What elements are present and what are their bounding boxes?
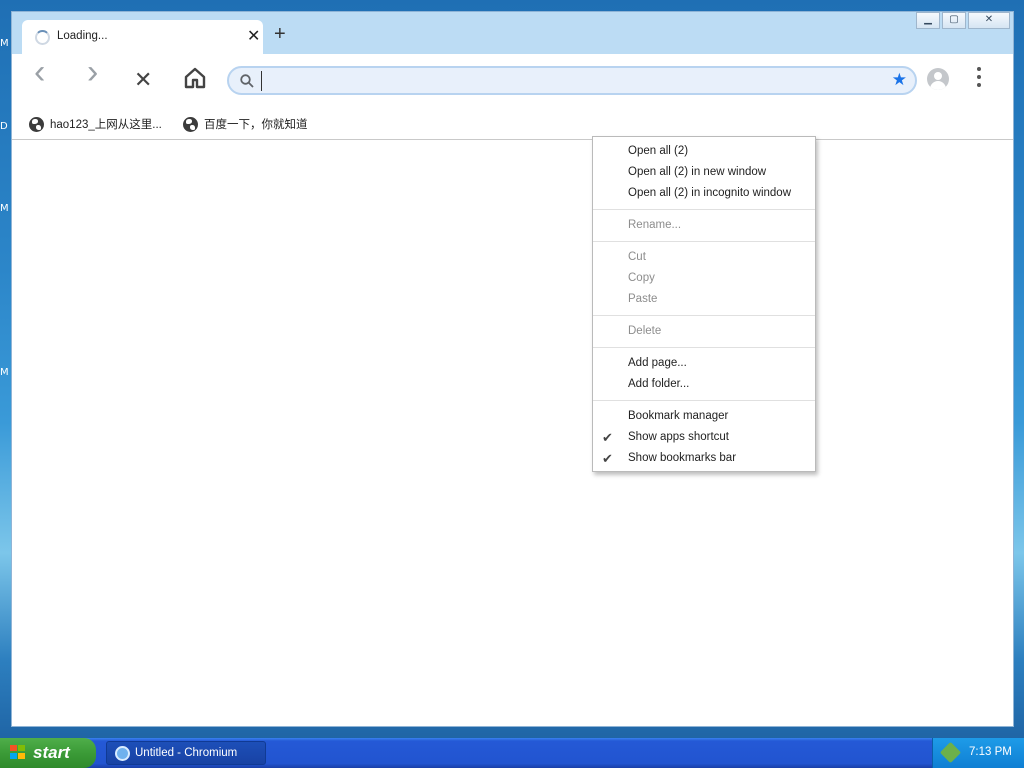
clock: 7:13 PM <box>969 746 1012 758</box>
bookmark-star-icon[interactable]: ★ <box>892 70 907 90</box>
tab-title: Loading... <box>57 30 108 42</box>
taskbar-item-chromium[interactable]: Untitled - Chromium <box>106 741 266 765</box>
menu-separator <box>593 241 815 242</box>
menu-dot-icon <box>977 67 981 71</box>
browser-toolbar: ‹ › ✕ ★ <box>12 54 1013 109</box>
desktop-icon-label-fragment: M <box>0 367 9 378</box>
desktop-icon-label-fragment: M <box>0 203 9 214</box>
forward-button[interactable]: › <box>87 55 98 89</box>
stop-loading-button[interactable]: ✕ <box>134 68 152 92</box>
desktop-icon-label-fragment: D <box>0 121 8 132</box>
menu-item-bookmark-manager[interactable]: Bookmark manager <box>593 406 815 427</box>
windows-logo-icon <box>10 745 27 761</box>
browser-menu-button[interactable] <box>976 67 982 91</box>
menu-item-delete[interactable]: Delete <box>593 321 815 342</box>
network-icon[interactable] <box>939 741 962 764</box>
home-icon <box>184 67 206 89</box>
maximize-button[interactable]: ▢ <box>942 12 966 29</box>
desktop-icon-label-fragment: M <box>0 38 9 49</box>
menu-item-show-bookmarks-bar[interactable]: ✔ Show bookmarks bar <box>593 448 815 469</box>
avatar-head <box>934 72 942 80</box>
loading-spinner-icon <box>35 30 50 45</box>
avatar-body <box>930 81 946 90</box>
menu-item-add-page[interactable]: Add page... <box>593 353 815 374</box>
start-button[interactable]: start <box>0 738 96 768</box>
home-button[interactable] <box>183 66 207 95</box>
menu-item-copy[interactable]: Copy <box>593 268 815 289</box>
checkmark-icon: ✔ <box>602 451 613 466</box>
browser-window: Loading... ✕ + ▁ ▢ ✕ ‹ › ✕ ★ hao123_上网从这… <box>11 11 1014 727</box>
bookmark-label: hao123_上网从这里... <box>50 119 162 131</box>
back-button[interactable]: ‹ <box>34 55 45 89</box>
close-window-button[interactable]: ✕ <box>968 12 1010 29</box>
menu-dot-icon <box>977 83 981 87</box>
bookmarks-context-menu: Open all (2) Open all (2) in new window … <box>592 136 816 472</box>
menu-item-add-folder[interactable]: Add folder... <box>593 374 815 395</box>
menu-separator <box>593 400 815 401</box>
taskbar: start Untitled - Chromium 7:13 PM <box>0 738 1024 768</box>
bookmark-item-hao123[interactable]: hao123_上网从这里... <box>29 114 162 134</box>
start-label: start <box>33 743 70 762</box>
new-tab-button[interactable]: + <box>274 24 286 44</box>
address-input[interactable] <box>261 71 861 91</box>
menu-item-open-all-incognito[interactable]: Open all (2) in incognito window <box>593 183 815 204</box>
address-bar[interactable]: ★ <box>227 66 917 95</box>
menu-item-open-all[interactable]: Open all (2) <box>593 141 815 162</box>
menu-separator <box>593 209 815 210</box>
profile-avatar-button[interactable] <box>927 68 949 90</box>
search-icon <box>240 74 254 88</box>
menu-separator <box>593 347 815 348</box>
checkmark-icon: ✔ <box>602 430 613 445</box>
bookmark-item-baidu[interactable]: 百度一下，你就知道 <box>183 114 308 134</box>
system-tray: 7:13 PM <box>932 738 1024 768</box>
chromium-icon <box>115 746 130 761</box>
tab-loading[interactable]: Loading... ✕ <box>22 20 263 54</box>
taskbar-item-label: Untitled - Chromium <box>135 747 238 759</box>
minimize-button[interactable]: ▁ <box>916 12 940 29</box>
menu-item-show-apps-shortcut[interactable]: ✔ Show apps shortcut <box>593 427 815 448</box>
bookmark-label: 百度一下，你就知道 <box>204 119 308 131</box>
tab-strip: Loading... ✕ + ▁ ▢ ✕ <box>12 12 1013 54</box>
globe-icon <box>29 116 44 132</box>
menu-item-cut[interactable]: Cut <box>593 247 815 268</box>
tab-close-icon[interactable]: ✕ <box>247 26 260 46</box>
bookmarks-bar: hao123_上网从这里... 百度一下，你就知道 <box>12 109 1013 140</box>
menu-item-rename[interactable]: Rename... <box>593 215 815 236</box>
menu-separator <box>593 315 815 316</box>
menu-item-paste[interactable]: Paste <box>593 289 815 310</box>
menu-dot-icon <box>977 75 981 79</box>
globe-icon <box>183 116 198 132</box>
menu-item-open-all-new-window[interactable]: Open all (2) in new window <box>593 162 815 183</box>
window-controls: ▁ ▢ ✕ <box>916 12 1010 30</box>
